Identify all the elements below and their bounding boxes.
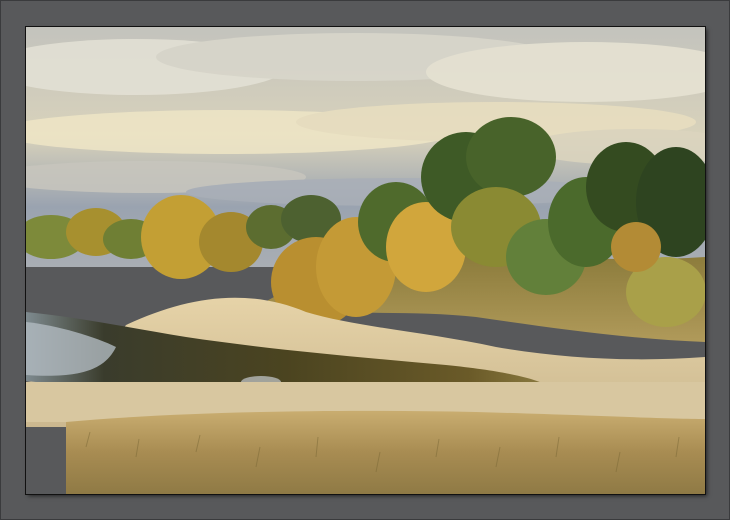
photo-frame	[0, 0, 730, 520]
landscape-illustration	[26, 27, 705, 494]
landscape-photo	[26, 27, 705, 494]
foreground-grass	[66, 410, 705, 494]
